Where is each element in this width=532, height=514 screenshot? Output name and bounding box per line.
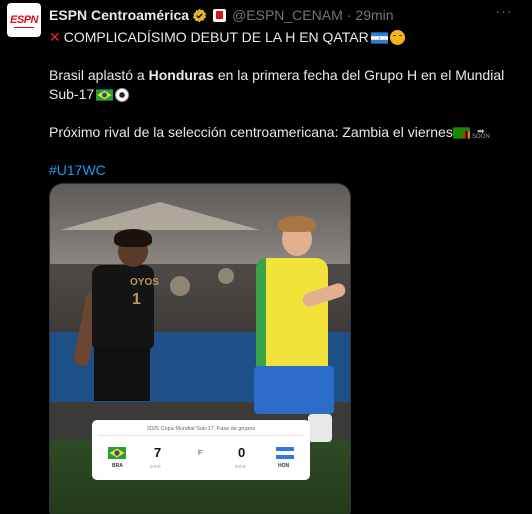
soccer-ball-icon xyxy=(115,88,130,102)
logo-underline xyxy=(14,27,34,28)
home-score: 7 xyxy=(154,445,162,460)
brazil-player xyxy=(240,216,350,446)
honduras-flag-icon xyxy=(370,32,388,44)
jersey-name: OYOS xyxy=(130,277,159,288)
x-mark-icon: ✕ xyxy=(49,29,61,45)
scorecard-title: 2025 Copa Mundial Sub-17, Fase de grupos xyxy=(146,426,256,432)
zambia-flag-icon xyxy=(452,127,470,139)
tweet-line-3: Próximo rival de la selección centroamer… xyxy=(49,123,519,142)
timestamp[interactable]: 29min xyxy=(355,7,393,23)
brazil-flag-icon xyxy=(96,89,114,101)
handle[interactable]: @ESPN_CENAM xyxy=(232,7,343,23)
home-detail: 0-0-0 xyxy=(150,464,161,469)
jersey-number: 1 xyxy=(132,291,141,308)
tweet-text: ✕ COMPLICADÍSIMO DEBUT DE LA H EN QATAR B… xyxy=(49,28,519,180)
brazil-flag-icon xyxy=(108,447,126,459)
soon-arrow-icon: ➡ SOON xyxy=(472,126,490,141)
text-segment: Brasil aplastó a xyxy=(49,67,149,83)
tweet-line-2: Brasil aplastó a Honduras en la primera … xyxy=(49,66,519,104)
tweet[interactable]: ESPN ESPN Centroamérica @ESPN_CENAM · 29… xyxy=(0,0,532,514)
espn-logo: ESPN xyxy=(10,14,38,26)
headline: COMPLICADÍSIMO DEBUT DE LA H EN QATAR xyxy=(63,29,369,45)
home-team: BRA xyxy=(112,463,123,469)
worried-face-icon xyxy=(389,30,405,45)
honduras-flag-icon xyxy=(276,447,294,459)
tweet-line-4: #U17WC xyxy=(49,161,519,180)
tweet-header: ESPN Centroamérica @ESPN_CENAM · 29min xyxy=(49,6,394,24)
display-name[interactable]: ESPN Centroamérica xyxy=(49,7,189,23)
separator-dot: · xyxy=(346,7,352,23)
avatar[interactable]: ESPN xyxy=(7,3,41,37)
away-detail: 0-0-0 xyxy=(235,464,246,469)
verified-icon xyxy=(192,8,207,22)
hashtag-link[interactable]: #U17WC xyxy=(49,162,106,178)
more-button[interactable]: ··· xyxy=(494,4,514,21)
away-score: 0 xyxy=(238,445,246,460)
away-team: HON xyxy=(278,463,290,469)
honduras-bold: Honduras xyxy=(148,67,214,83)
honduras-player: OYOS 1 xyxy=(72,229,165,404)
match-status: F xyxy=(198,450,203,457)
tweet-image[interactable]: OYOS 1 2025 Copa Mundial Sub-17, Fase de… xyxy=(49,183,351,514)
text-segment: Próximo rival de la selección centroamer… xyxy=(49,124,453,140)
tweet-line-1: ✕ COMPLICADÍSIMO DEBUT DE LA H EN QATAR xyxy=(49,28,519,47)
affiliate-badge-icon[interactable] xyxy=(213,8,227,22)
scorecard: 2025 Copa Mundial Sub-17, Fase de grupos… xyxy=(92,420,310,480)
